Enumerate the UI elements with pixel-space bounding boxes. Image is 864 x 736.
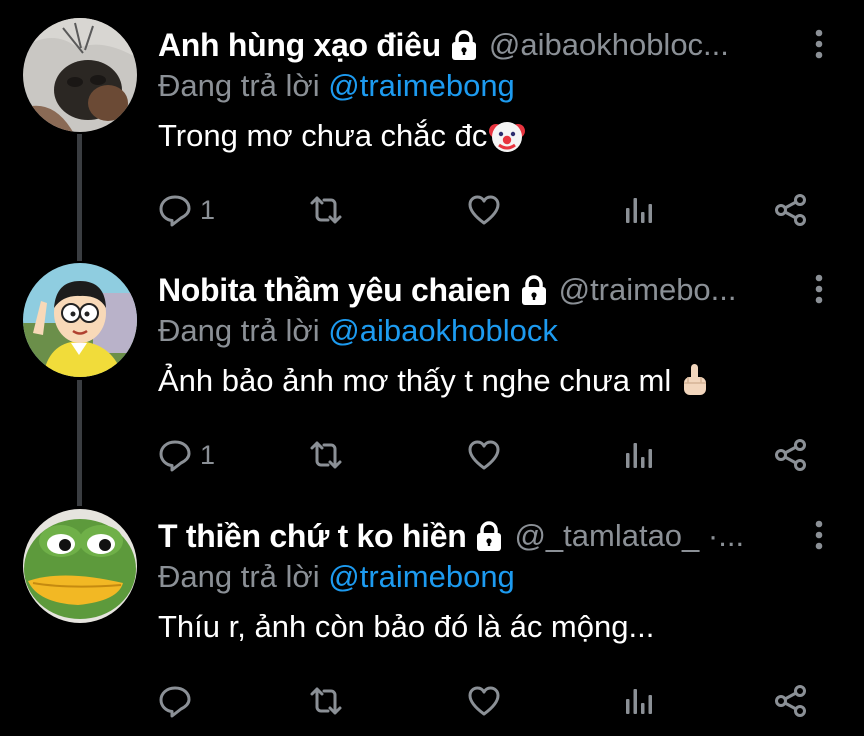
heart-icon (468, 440, 500, 470)
mention-link[interactable]: @aibaokhoblock (328, 313, 558, 348)
replying-to: Đang trả lời @traimebong (158, 68, 515, 104)
avatar[interactable] (23, 509, 137, 623)
retweet-button[interactable] (308, 190, 344, 230)
tweet-header: T thiền chứ t ko hiền @_tamlatao_ ·... (158, 516, 798, 556)
tweet[interactable]: T thiền chứ t ko hiền @_tamlatao_ ·... Đ… (0, 491, 864, 736)
replying-to: Đang trả lời @traimebong (158, 559, 515, 595)
bar-chart-icon (626, 198, 652, 223)
lock-icon (474, 520, 504, 552)
share-button[interactable] (774, 681, 808, 721)
lock-icon (519, 274, 549, 306)
tweet-actions (158, 681, 818, 721)
bar-chart-icon (626, 443, 652, 468)
avatar[interactable] (23, 263, 137, 377)
more-options-icon[interactable] (814, 274, 824, 306)
avatar[interactable] (23, 18, 137, 132)
reply-button[interactable]: 1 (158, 190, 215, 230)
tweet[interactable]: Nobita thầm yêu chaien @traimebo... Đang… (0, 245, 864, 490)
share-icon (775, 685, 806, 717)
retweet-icon (310, 687, 342, 715)
reply-icon (159, 440, 191, 472)
reply-count: 1 (200, 439, 216, 470)
reply-button[interactable]: 1 (158, 435, 215, 475)
like-button[interactable] (467, 190, 501, 230)
tweet-text-content: Trong mơ chưa chắc đc (158, 118, 488, 153)
replying-prefix: Đang trả lời (158, 313, 329, 348)
reply-icon (159, 686, 191, 718)
clown-face-icon (489, 118, 526, 154)
handle[interactable]: @_tamlatao_ ·... (514, 518, 744, 554)
tweet[interactable]: Anh hùng xạo điêu @aibaokhobloc... Đang … (0, 0, 864, 245)
share-icon (775, 194, 806, 226)
views-button[interactable] (624, 190, 654, 230)
replying-prefix: Đang trả lời (158, 68, 329, 103)
more-options-icon[interactable] (814, 29, 824, 61)
share-icon (775, 439, 806, 471)
share-button[interactable] (774, 435, 808, 475)
reply-button[interactable] (158, 681, 200, 721)
like-button[interactable] (467, 435, 501, 475)
lock-icon (449, 29, 479, 61)
tweet-text: Trong mơ chưa chắc đc (158, 118, 526, 154)
tweet-actions: 1 (158, 190, 818, 230)
mention-link[interactable]: @traimebong (328, 559, 515, 594)
replying-to: Đang trả lời @aibaokhoblock (158, 313, 558, 349)
tweet-text: Thíu r, ảnh còn bảo đó là ác mộng... (158, 609, 654, 645)
retweet-button[interactable] (308, 435, 344, 475)
display-name[interactable]: T thiền chứ t ko hiền (158, 518, 467, 555)
views-button[interactable] (624, 435, 654, 475)
handle[interactable]: @aibaokhobloc... (489, 27, 729, 63)
retweet-icon (310, 441, 342, 469)
share-button[interactable] (774, 190, 808, 230)
tweet-text-content: Thíu r, ảnh còn bảo đó là ác mộng... (158, 609, 655, 644)
display-name[interactable]: Nobita thầm yêu chaien (158, 272, 511, 309)
retweet-icon (310, 196, 342, 224)
display-name[interactable]: Anh hùng xạo điêu (158, 27, 441, 64)
handle[interactable]: @traimebo... (559, 272, 737, 308)
tweet-text: Ảnh bảo ảnh mơ thấy t nghe chưa ml (158, 363, 715, 399)
views-button[interactable] (624, 681, 654, 721)
retweet-button[interactable] (308, 681, 344, 721)
mention-link[interactable]: @traimebong (328, 68, 515, 103)
reply-icon (159, 195, 191, 227)
bar-chart-icon (626, 689, 652, 714)
reply-count: 1 (200, 194, 216, 225)
heart-icon (468, 195, 500, 225)
replying-prefix: Đang trả lời (158, 559, 329, 594)
tweet-header: Anh hùng xạo điêu @aibaokhobloc... (158, 25, 798, 65)
tweet-header: Nobita thầm yêu chaien @traimebo... (158, 270, 798, 310)
more-options-icon[interactable] (814, 520, 824, 552)
like-button[interactable] (467, 681, 501, 721)
tweet-text-content: Ảnh bảo ảnh mơ thấy t nghe chưa ml (158, 363, 672, 398)
middle-finger-icon (679, 363, 715, 399)
heart-icon (468, 686, 500, 716)
tweet-actions: 1 (158, 435, 818, 475)
